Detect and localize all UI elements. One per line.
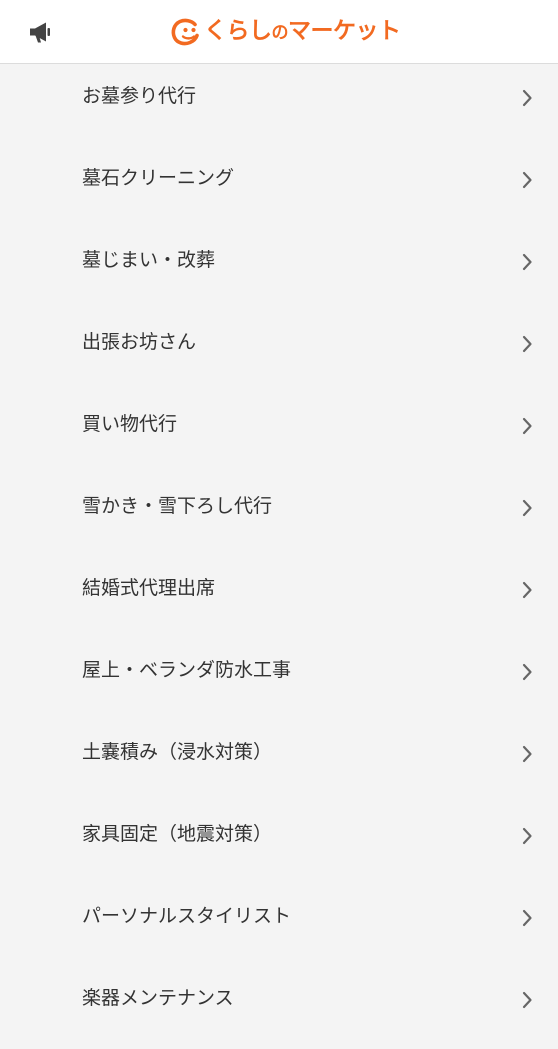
service-label: お墓参り代行 — [82, 85, 197, 107]
service-list-item[interactable]: 買い物代行 — [0, 393, 558, 475]
service-list-item[interactable]: 墓石クリーニング — [0, 147, 558, 229]
service-label: 屋上・ベランダ防水工事 — [82, 659, 292, 681]
chevron-right-icon — [522, 499, 532, 517]
service-category-list: お墓参り代行墓石クリーニング 墓じまい・改葬 出張お坊さん 買い物代行雪かき・雪下ろし… — [0, 65, 558, 1049]
logo-wordmark: くらしのマーケット — [204, 18, 401, 44]
chevron-right-icon — [522, 89, 532, 107]
service-label: 家具固定（地震対策） — [82, 823, 273, 845]
service-list-item[interactable]: パーソナルスタイリスト — [0, 885, 558, 967]
service-label: パーソナルスタイリスト — [82, 905, 292, 927]
service-label: 買い物代行 — [82, 413, 178, 435]
service-label: 結婚式代理出席 — [82, 577, 216, 599]
service-list-item[interactable]: 屋上・ベランダ防水工事 — [0, 639, 558, 721]
service-list-item[interactable]: 土嚢積み（浸水対策） — [0, 721, 558, 803]
megaphone-icon[interactable] — [27, 19, 53, 45]
site-logo[interactable]: くらしのマーケット — [168, 15, 401, 49]
chevron-right-icon — [522, 171, 532, 189]
chevron-right-icon — [522, 253, 532, 271]
service-list-item[interactable]: 雪かき・雪下ろし代行 — [0, 475, 558, 557]
chevron-right-icon — [522, 827, 532, 845]
chevron-right-icon — [522, 991, 532, 1009]
service-list-item[interactable]: 楽器メンテナンス — [0, 967, 558, 1049]
chevron-right-icon — [522, 581, 532, 599]
service-list-item[interactable]: 結婚式代理出席 — [0, 557, 558, 639]
service-label: 楽器メンテナンス — [82, 987, 234, 1009]
logo-mark-icon — [171, 18, 199, 46]
service-label: 雪かき・雪下ろし代行 — [82, 495, 273, 517]
chevron-right-icon — [522, 663, 532, 681]
chevron-right-icon — [522, 909, 532, 927]
chevron-right-icon — [522, 417, 532, 435]
chevron-right-icon — [522, 745, 532, 763]
service-list-item[interactable]: 家具固定（地震対策） — [0, 803, 558, 885]
service-label: 出張お坊さん — [82, 331, 197, 353]
service-label: 土嚢積み（浸水対策） — [82, 741, 273, 763]
service-list-item[interactable]: 墓じまい・改葬 — [0, 229, 558, 311]
app-header: くらしのマーケット — [0, 0, 558, 64]
service-label: 墓石クリーニング — [82, 167, 235, 189]
service-list-item[interactable]: お墓参り代行 — [0, 65, 558, 147]
chevron-right-icon — [522, 335, 532, 353]
service-label: 墓じまい・改葬 — [82, 249, 216, 271]
service-list-item[interactable]: 出張お坊さん — [0, 311, 558, 393]
